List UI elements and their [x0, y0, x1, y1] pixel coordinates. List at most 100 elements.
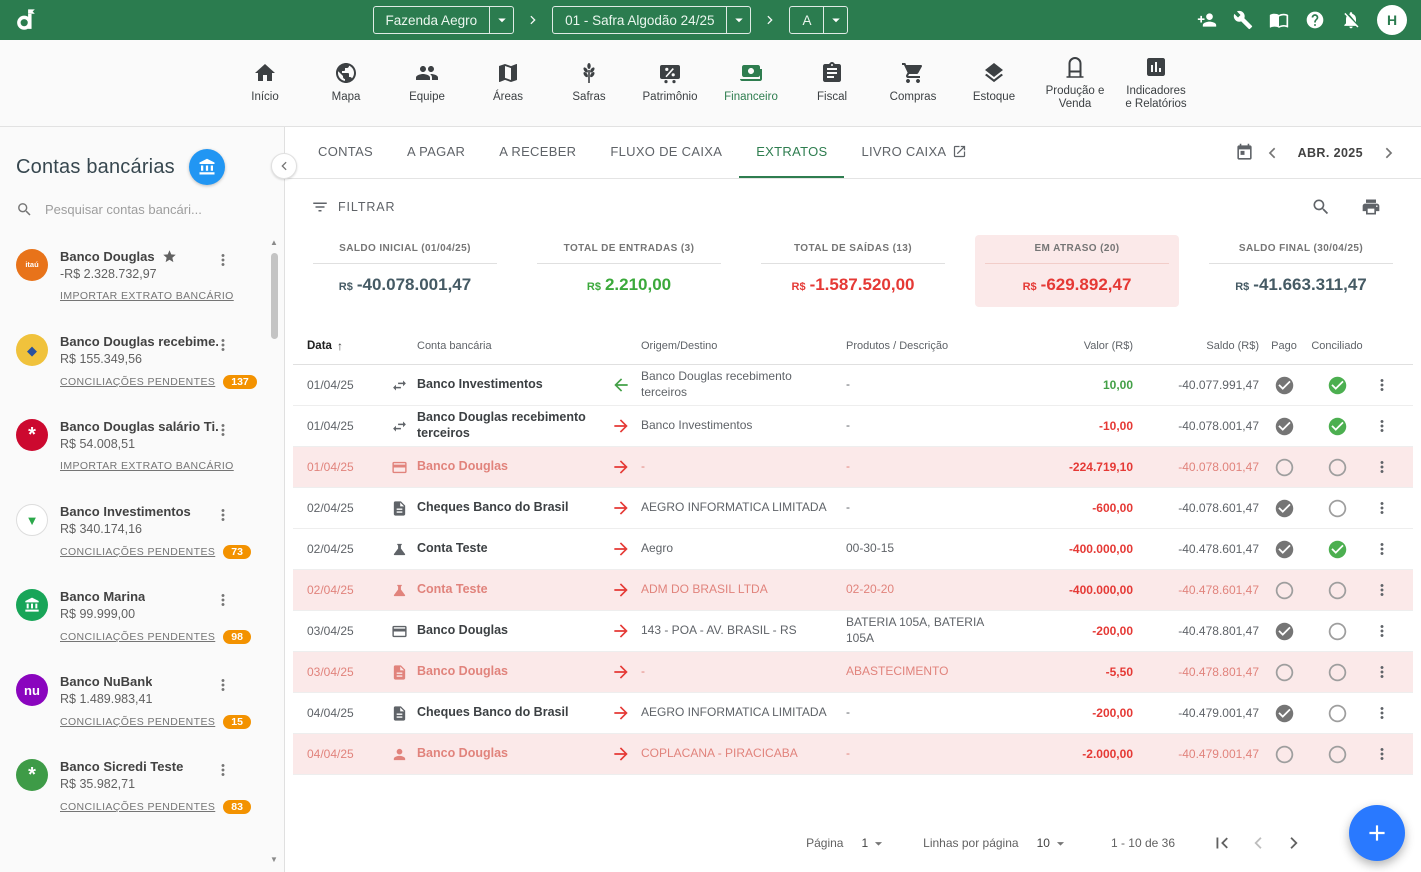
reconciled-checkbox[interactable] — [1327, 621, 1348, 642]
account-action-link[interactable]: IMPORTAR EXTRATO BANCÁRIO — [60, 290, 234, 302]
reconciled-checkbox[interactable] — [1327, 498, 1348, 519]
tab-livro-caixa[interactable]: LIVRO CAIXA — [844, 127, 984, 178]
bank-sync-button[interactable] — [189, 149, 225, 185]
help-icon[interactable] — [1305, 10, 1325, 30]
account-list-item[interactable]: * Banco Sicredi Teste R$ 35.982,71 CONCI… — [0, 748, 284, 833]
field-selector[interactable]: A — [789, 6, 848, 34]
paid-checkbox[interactable] — [1274, 703, 1295, 724]
nav-item-patrimonio[interactable]: Patrimônio — [636, 61, 704, 104]
column-header-produtos[interactable]: Produtos / Descrição — [846, 340, 1013, 352]
add-user-icon[interactable] — [1197, 10, 1217, 30]
account-list-item[interactable]: Banco Marina R$ 99.999,00 CONCILIAÇÕES P… — [0, 578, 284, 663]
account-action-link[interactable]: CONCILIAÇÕES PENDENTES — [60, 376, 215, 388]
account-action-link[interactable]: CONCILIAÇÕES PENDENTES — [60, 801, 215, 813]
search-accounts-input[interactable] — [45, 202, 240, 217]
kebab-menu-icon[interactable] — [1373, 622, 1391, 640]
column-header-conta-bancaria[interactable]: Conta bancária — [417, 340, 601, 352]
transaction-row[interactable]: 02/04/25 Conta Teste ADM DO BRASIL LTDA … — [293, 570, 1413, 611]
tools-icon[interactable] — [1233, 10, 1253, 30]
account-action-link[interactable]: CONCILIAÇÕES PENDENTES — [60, 631, 215, 643]
print-icon[interactable] — [1361, 197, 1381, 217]
account-list-item[interactable]: nu Banco NuBank R$ 1.489.983,41 CONCILIA… — [0, 663, 284, 748]
paid-checkbox[interactable] — [1274, 662, 1295, 683]
transaction-row[interactable]: 01/04/25 Banco Investimentos Banco Dougl… — [293, 365, 1413, 406]
column-header-pago[interactable]: Pago — [1259, 340, 1309, 352]
filter-button[interactable]: FILTRAR — [311, 198, 395, 216]
page-select[interactable]: 1 — [861, 835, 887, 852]
search-transactions-icon[interactable] — [1311, 197, 1331, 217]
paid-checkbox[interactable] — [1274, 416, 1295, 437]
account-list-item[interactable]: itaú Banco Douglas -R$ 2.328.732,97 IMPO… — [0, 238, 284, 323]
nav-item-mapa[interactable]: Mapa — [312, 61, 380, 104]
add-transaction-fab[interactable] — [1349, 805, 1405, 861]
paid-checkbox[interactable] — [1274, 457, 1295, 478]
paid-checkbox[interactable] — [1274, 580, 1295, 601]
paid-checkbox[interactable] — [1274, 498, 1295, 519]
nav-item-compras[interactable]: Compras — [879, 61, 947, 104]
kebab-menu-icon[interactable] — [214, 676, 232, 694]
paid-checkbox[interactable] — [1274, 539, 1295, 560]
nav-item-inicio[interactable]: Início — [231, 61, 299, 104]
nav-item-safras[interactable]: Safras — [555, 61, 623, 104]
scroll-up-icon[interactable]: ▲ — [270, 239, 278, 247]
kebab-menu-icon[interactable] — [1373, 581, 1391, 599]
transaction-row[interactable]: 02/04/25 Conta Teste Aegro 00-30-15 -400… — [293, 529, 1413, 570]
field-selector-caret[interactable] — [823, 7, 847, 33]
transaction-row[interactable]: 01/04/25 Banco Douglas recebimento terce… — [293, 406, 1413, 447]
column-header-origem-destino[interactable]: Origem/Destino — [641, 340, 846, 352]
star-icon[interactable] — [162, 249, 177, 264]
nav-item-producao-e-venda[interactable]: Produção e Venda — [1041, 55, 1109, 111]
reconciled-checkbox[interactable] — [1327, 703, 1348, 724]
kebab-menu-icon[interactable] — [1373, 540, 1391, 558]
column-header-saldo[interactable]: Saldo (R$) — [1133, 340, 1259, 352]
nav-item-financeiro[interactable]: Financeiro — [717, 61, 785, 104]
column-header-conciliado[interactable]: Conciliado — [1309, 340, 1365, 352]
kebab-menu-icon[interactable] — [1373, 458, 1391, 476]
transaction-row[interactable]: 02/04/25 Cheques Banco do Brasil AEGRO I… — [293, 488, 1413, 529]
tab-fluxo-de-caixa[interactable]: FLUXO DE CAIXA — [593, 127, 739, 178]
first-page-button[interactable] — [1211, 832, 1233, 854]
account-list-item[interactable]: ▼ Banco Investimentos R$ 340.174,16 CONC… — [0, 493, 284, 578]
collapse-sidebar-button[interactable] — [271, 153, 297, 179]
nav-item-fiscal[interactable]: Fiscal — [798, 61, 866, 104]
library-icon[interactable] — [1269, 10, 1289, 30]
transaction-row[interactable]: 04/04/25 Cheques Banco do Brasil AEGRO I… — [293, 693, 1413, 734]
kebab-menu-icon[interactable] — [1373, 745, 1391, 763]
account-list-item[interactable]: * Banco Douglas salário Ti... R$ 54.008,… — [0, 408, 284, 493]
reconciled-checkbox[interactable] — [1327, 744, 1348, 765]
kebab-menu-icon[interactable] — [1373, 499, 1391, 517]
farm-selector-caret[interactable] — [489, 7, 513, 33]
kebab-menu-icon[interactable] — [214, 421, 232, 439]
reconciled-checkbox[interactable] — [1327, 416, 1348, 437]
aegro-logo[interactable] — [14, 7, 40, 33]
kebab-menu-icon[interactable] — [1373, 376, 1391, 394]
nav-item-areas[interactable]: Áreas — [474, 61, 542, 104]
rows-per-page-select[interactable]: 10 — [1037, 835, 1069, 852]
scroll-down-icon[interactable]: ▼ — [270, 856, 278, 864]
tab-contas[interactable]: CONTAS — [301, 127, 390, 178]
account-action-link[interactable]: IMPORTAR EXTRATO BANCÁRIO — [60, 460, 234, 472]
reconciled-checkbox[interactable] — [1327, 457, 1348, 478]
transaction-row[interactable]: 03/04/25 Banco Douglas - ABASTECIMENTO -… — [293, 652, 1413, 693]
sidebar-scrollbar[interactable]: ▲ ▼ — [269, 239, 281, 864]
notifications-off-icon[interactable] — [1341, 10, 1361, 30]
prev-page-button[interactable] — [1247, 832, 1269, 854]
transaction-row[interactable]: 04/04/25 Banco Douglas COPLACANA - PIRAC… — [293, 734, 1413, 775]
kebab-menu-icon[interactable] — [214, 591, 232, 609]
nav-item-equipe[interactable]: Equipe — [393, 61, 461, 104]
reconciled-checkbox[interactable] — [1327, 580, 1348, 601]
kebab-menu-icon[interactable] — [1373, 704, 1391, 722]
kebab-menu-icon[interactable] — [1373, 663, 1391, 681]
paid-checkbox[interactable] — [1274, 621, 1295, 642]
transaction-row[interactable]: 01/04/25 Banco Douglas - - -224.719,10 -… — [293, 447, 1413, 488]
tab-a-pagar[interactable]: A PAGAR — [390, 127, 482, 178]
account-action-link[interactable]: CONCILIAÇÕES PENDENTES — [60, 716, 215, 728]
farm-selector[interactable]: Fazenda Aegro — [373, 6, 515, 34]
tab-extratos[interactable]: EXTRATOS — [739, 127, 844, 178]
prev-month-button[interactable] — [1262, 143, 1282, 163]
kebab-menu-icon[interactable] — [214, 336, 232, 354]
reconciled-checkbox[interactable] — [1327, 539, 1348, 560]
kebab-menu-icon[interactable] — [214, 761, 232, 779]
nav-item-estoque[interactable]: Estoque — [960, 61, 1028, 104]
kebab-menu-icon[interactable] — [1373, 417, 1391, 435]
